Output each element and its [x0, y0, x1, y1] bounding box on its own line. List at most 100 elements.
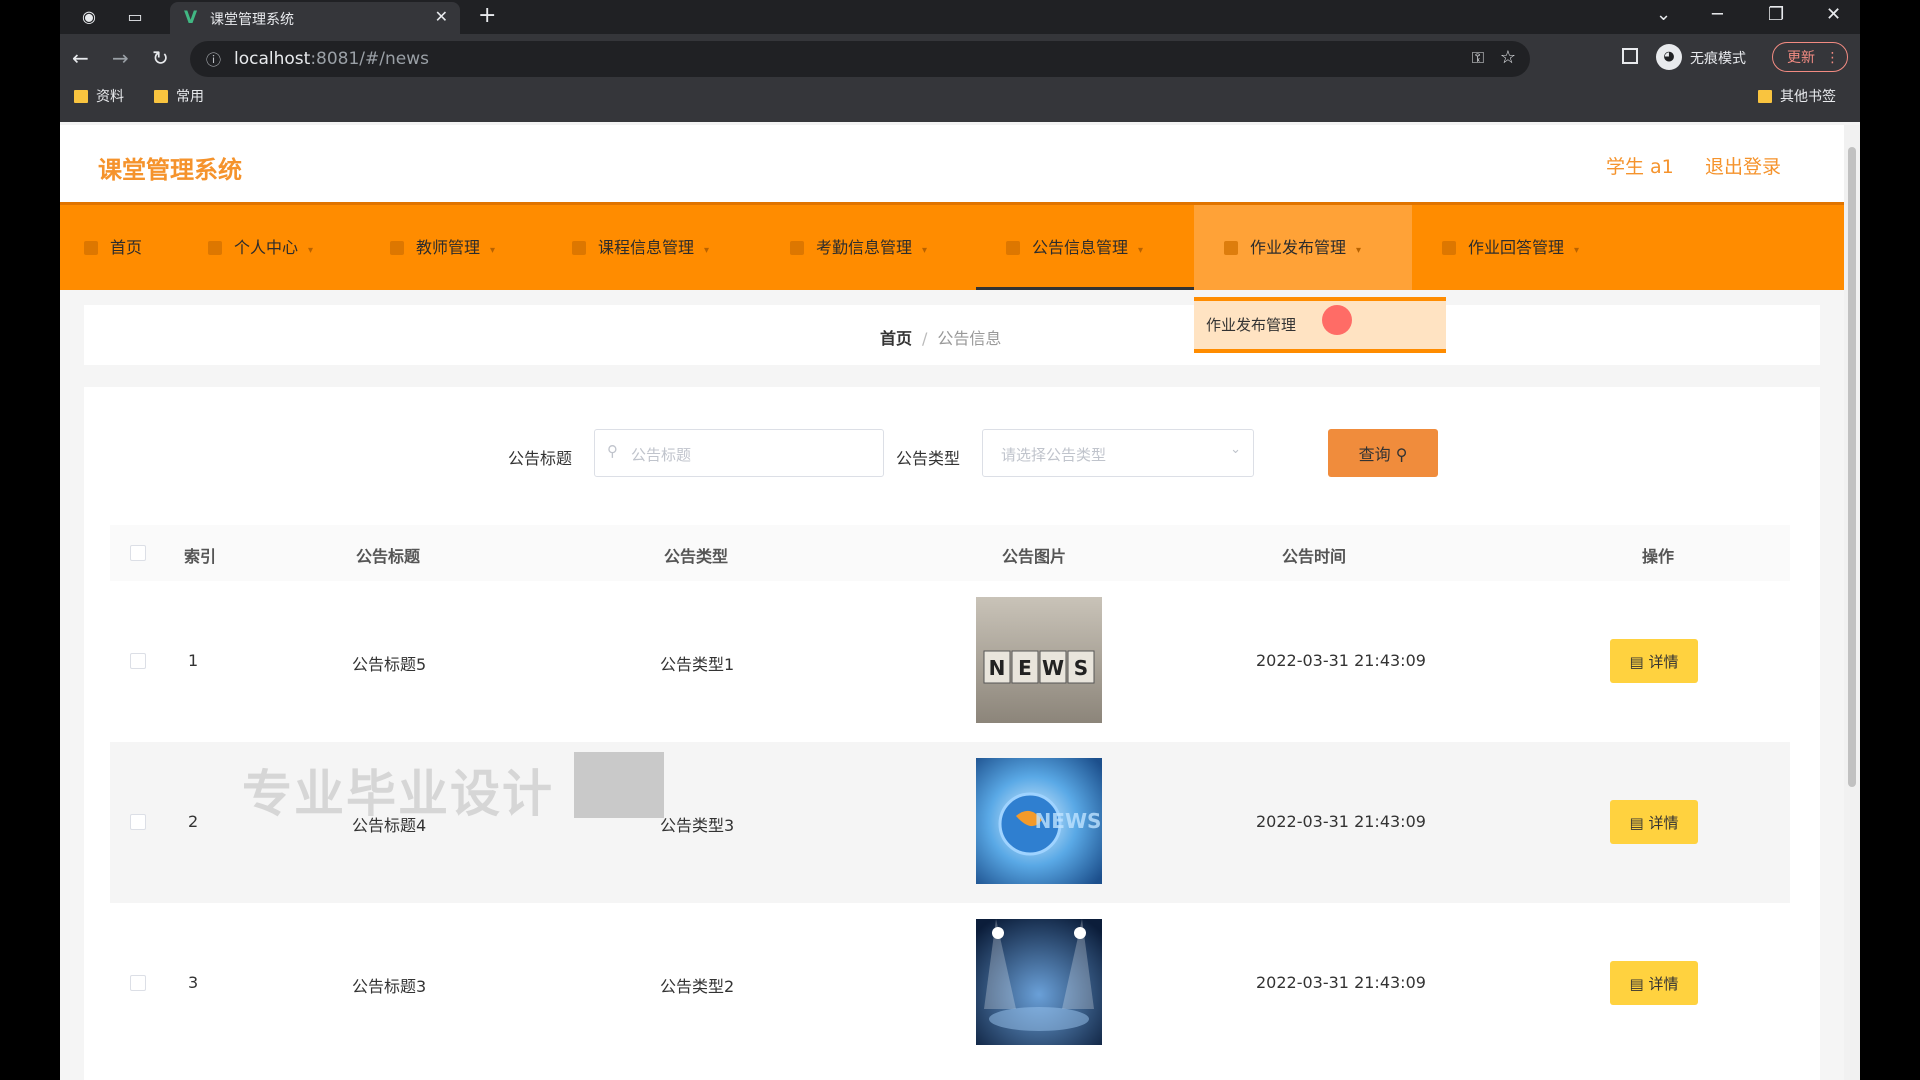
breadcrumb-home[interactable]: 首页: [880, 329, 912, 348]
submenu-dropdown: 作业发布管理: [1194, 297, 1446, 353]
bookmark-star-icon[interactable]: ☆: [1500, 47, 1516, 68]
news-globe-image: NEWS: [976, 758, 1102, 884]
chevron-down-icon: ▾: [308, 245, 314, 256]
incognito-label: 无痕模式: [1690, 51, 1746, 67]
tab-search-icon[interactable]: ▭: [124, 6, 146, 28]
watermark-text: 专业毕业设计: [242, 765, 554, 823]
chevron-down-icon: ▾: [1356, 245, 1362, 256]
web-page: 课堂管理系统 学生 a1 退出登录 首页 个人中心 ▾ 教师管理 ▾ 课程信息管理 ▾…: [60, 125, 1844, 1080]
vue-logo-icon: V: [184, 8, 198, 28]
detail-button[interactable]: ▤ 详情: [1610, 961, 1698, 1005]
attendance-icon: [790, 241, 804, 255]
row-checkbox[interactable]: [130, 653, 146, 669]
site-logo: 课堂管理系统: [98, 156, 242, 184]
back-icon[interactable]: ←: [72, 46, 89, 70]
detail-button[interactable]: ▤ 详情: [1610, 800, 1698, 844]
watermark-blur: [574, 752, 664, 818]
column-header: 公告标题: [356, 547, 421, 566]
table-row: 1 公告标题5 公告类型1 N E W S 2022-03-31 21:43:0…: [110, 581, 1790, 742]
url-text: localhost:8081/#/news: [234, 49, 429, 69]
update-button[interactable]: 更新 ⋮: [1772, 42, 1848, 72]
query-button[interactable]: 查询 ⚲: [1328, 429, 1438, 477]
svg-text:N: N: [989, 656, 1006, 680]
chevron-down-icon[interactable]: ⌄: [1656, 4, 1671, 25]
cell-title: 公告标题3: [352, 977, 427, 996]
chevron-down-icon: ⌄: [1230, 442, 1241, 457]
nav-item-homework-publish[interactable]: 作业发布管理 ▾: [1194, 205, 1412, 290]
other-bookmarks[interactable]: 其他书签: [1758, 86, 1836, 106]
submenu-item-homework-publish[interactable]: 作业发布管理: [1194, 301, 1446, 349]
content-panel: 公告标题 ⚲ 公告标题 公告类型 请选择公告类型 ⌄ 查询 ⚲ 索引 公告标题 …: [84, 387, 1820, 1080]
cell-index: 3: [188, 973, 199, 992]
cell-time: 2022-03-31 21:43:09: [1256, 651, 1426, 670]
site-info-icon[interactable]: ⓘ: [206, 49, 221, 70]
cursor-highlight: [1322, 305, 1352, 335]
row-checkbox[interactable]: [130, 814, 146, 830]
column-header: 操作: [1642, 547, 1675, 566]
bookmark-folder[interactable]: 资料: [74, 86, 124, 106]
table-row: 3 公告标题3 公告类型2 2022-03-31 21:43:09 ▤ 详情: [110, 903, 1790, 1064]
svg-text:NEWS: NEWS: [1035, 809, 1102, 833]
column-header: 公告时间: [1282, 547, 1347, 566]
column-header: 公告图片: [1002, 547, 1067, 566]
teacher-icon: [390, 241, 404, 255]
minimize-icon[interactable]: ─: [1712, 4, 1723, 25]
page-scrollbar[interactable]: [1844, 125, 1860, 1080]
breadcrumb: 首页 / 公告信息: [880, 325, 1001, 349]
nav-item-attendance[interactable]: 考勤信息管理 ▾: [790, 205, 927, 290]
news-stage-image: [976, 919, 1102, 1045]
nav-item-home[interactable]: 首页: [84, 205, 142, 290]
scrollbar-thumb[interactable]: [1848, 147, 1856, 787]
home-icon: [84, 241, 98, 255]
cell-type: 公告类型3: [660, 816, 735, 835]
search-icon: ⚲: [607, 442, 618, 460]
announcement-icon: [1006, 241, 1020, 255]
bookmark-folder[interactable]: 常用: [154, 86, 204, 106]
chevron-down-icon: ▾: [490, 245, 496, 256]
restore-icon[interactable]: ❐: [1768, 4, 1784, 25]
logout-link[interactable]: 退出登录: [1705, 152, 1781, 179]
title-search-input[interactable]: ⚲ 公告标题: [594, 429, 884, 477]
document-icon: ▤: [1629, 974, 1644, 993]
site-header: 课堂管理系统 学生 a1 退出登录: [60, 125, 1844, 202]
reload-icon[interactable]: ↻: [152, 46, 169, 70]
tab-title: 课堂管理系统: [210, 12, 294, 28]
row-checkbox[interactable]: [130, 975, 146, 991]
new-tab-button[interactable]: +: [478, 3, 496, 28]
document-icon: ▤: [1629, 652, 1644, 671]
window-close-icon[interactable]: ✕: [1826, 4, 1841, 25]
document-icon: ▤: [1629, 813, 1644, 832]
homework-icon: [1224, 241, 1238, 255]
type-select[interactable]: 请选择公告类型 ⌄: [982, 429, 1254, 477]
nav-item-homework-answers[interactable]: 作业回答管理 ▾: [1442, 205, 1579, 290]
password-key-icon[interactable]: ⚿: [1472, 48, 1484, 68]
select-all-checkbox[interactable]: [130, 545, 146, 561]
news-image-thumbnail[interactable]: [976, 919, 1102, 1045]
nav-item-announcements[interactable]: 公告信息管理 ▾: [976, 205, 1194, 290]
svg-text:E: E: [1018, 656, 1032, 680]
breadcrumb-separator: /: [922, 329, 928, 348]
folder-icon: [1758, 90, 1772, 103]
detail-button[interactable]: ▤ 详情: [1610, 639, 1698, 683]
nav-item-teachers[interactable]: 教师管理 ▾: [390, 205, 495, 290]
browser-menu-icon[interactable]: ◉: [78, 6, 100, 28]
cell-index: 2: [188, 812, 199, 831]
folder-icon: [74, 90, 88, 103]
nav-item-profile[interactable]: 个人中心 ▾: [208, 205, 313, 290]
current-user[interactable]: 学生 a1: [1606, 152, 1674, 179]
cell-type: 公告类型1: [660, 655, 735, 674]
news-image-thumbnail[interactable]: N E W S: [976, 597, 1102, 723]
cell-title: 公告标题5: [352, 655, 427, 674]
course-icon: [572, 241, 586, 255]
close-tab-icon[interactable]: ✕: [435, 7, 448, 26]
nav-item-courses[interactable]: 课程信息管理 ▾: [572, 205, 709, 290]
news-image-thumbnail[interactable]: NEWS: [976, 758, 1102, 884]
forward-icon[interactable]: →: [112, 46, 129, 70]
side-panel-icon[interactable]: [1622, 48, 1638, 64]
cell-index: 1: [188, 651, 199, 670]
url-field[interactable]: ⓘ localhost:8081/#/news ⚿ ☆: [190, 41, 1530, 77]
incognito-icon[interactable]: ◕: [1656, 44, 1682, 70]
breadcrumb-card: 首页 / 公告信息: [84, 305, 1820, 365]
browser-tab[interactable]: V 课堂管理系统 ✕: [170, 2, 460, 34]
news-blocks-image: N E W S: [976, 597, 1102, 723]
